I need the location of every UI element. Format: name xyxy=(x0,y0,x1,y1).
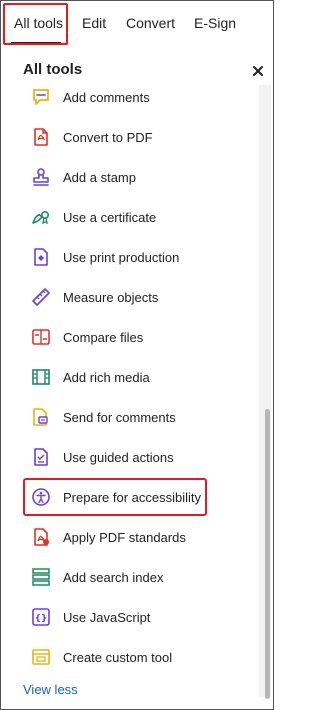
custom-tool-icon xyxy=(32,649,50,665)
tool-row-add-comments[interactable]: Add comments xyxy=(1,85,257,117)
tool-label: Send for comments xyxy=(63,409,176,425)
pdf-standards-icon xyxy=(34,528,49,546)
pdf-export-icon xyxy=(34,128,48,146)
tool-label: Use JavaScript xyxy=(63,609,151,625)
print-production-icon xyxy=(34,248,48,266)
send-comments-icon xyxy=(33,408,48,426)
tool-row-convert-to-pdf[interactable]: Convert to PDF xyxy=(1,117,257,157)
tool-row-send-for-comments[interactable]: Send for comments xyxy=(1,397,257,437)
view-less-link[interactable]: View less xyxy=(23,682,78,697)
tool-label: Measure objects xyxy=(63,289,159,305)
tool-row-create-custom-tool[interactable]: Create custom tool xyxy=(1,637,257,677)
tool-row-measure-objects[interactable]: Measure objects xyxy=(1,277,257,317)
tab-convert[interactable]: Convert xyxy=(126,1,175,45)
comment-icon xyxy=(33,89,49,105)
tool-row-add-search-index[interactable]: Add search index xyxy=(1,557,257,597)
tool-row-use-guided-actions[interactable]: Use guided actions xyxy=(1,437,257,477)
tool-label: Add comments xyxy=(63,89,150,105)
svg-text:{}: {} xyxy=(35,614,48,624)
stamp-icon xyxy=(33,168,49,186)
panel-title: All tools xyxy=(23,61,83,78)
tool-label: Convert to PDF xyxy=(63,129,153,145)
tool-list: Add comments Convert to PDF Add a stamp xyxy=(1,85,257,697)
accessibility-highlight-box xyxy=(23,478,207,516)
tool-label: Use print production xyxy=(63,249,180,265)
tool-label: Compare files xyxy=(63,329,144,345)
tool-row-add-a-stamp[interactable]: Add a stamp xyxy=(1,157,257,197)
compare-icon xyxy=(32,329,50,345)
ruler-icon xyxy=(32,288,50,306)
close-icon[interactable] xyxy=(249,62,267,80)
tool-label: Apply PDF standards xyxy=(63,529,186,545)
tool-row-compare-files[interactable]: Compare files xyxy=(1,317,257,357)
tool-label: Create custom tool xyxy=(63,649,173,665)
tool-label: Use guided actions xyxy=(63,449,174,465)
tool-row-add-rich-media[interactable]: Add rich media xyxy=(1,357,257,397)
all-tools-panel-window: All tools Edit Convert E-Sign All tools … xyxy=(0,0,274,710)
tool-row-apply-pdf-standards[interactable]: Apply PDF standards xyxy=(1,517,257,557)
javascript-icon: {} xyxy=(32,608,50,626)
tool-label: Use a certificate xyxy=(63,209,157,225)
tab-edit[interactable]: Edit xyxy=(82,1,106,45)
tab-e-sign[interactable]: E-Sign xyxy=(194,1,236,45)
guided-actions-icon xyxy=(34,448,48,466)
film-icon xyxy=(32,369,50,385)
tool-row-use-javascript[interactable]: {} Use JavaScript xyxy=(1,597,257,637)
scrollbar-thumb[interactable] xyxy=(265,409,270,699)
tool-row-use-print-production[interactable]: Use print production xyxy=(1,237,257,277)
tool-label: Add search index xyxy=(63,569,164,585)
search-index-icon xyxy=(32,568,50,586)
tool-row-use-a-certificate[interactable]: Use a certificate xyxy=(1,197,257,237)
top-tab-bar: All tools Edit Convert E-Sign xyxy=(1,1,273,47)
certificate-icon xyxy=(32,211,50,225)
tool-label: Add rich media xyxy=(63,369,150,385)
all-tools-tab-highlight-box xyxy=(3,3,68,45)
tool-label: Add a stamp xyxy=(63,169,136,185)
